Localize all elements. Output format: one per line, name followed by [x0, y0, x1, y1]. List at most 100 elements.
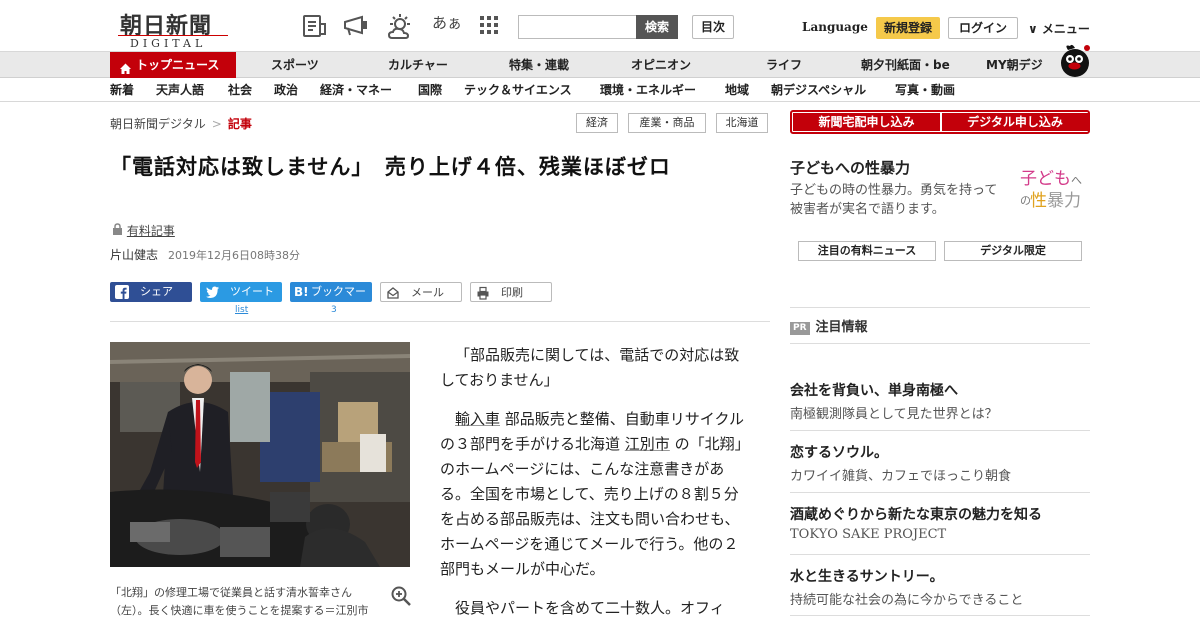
pr-item-description[interactable]: 南極観測隊員として見た世界とは？ — [790, 403, 998, 422]
nav-features[interactable]: 特集・連載 — [509, 52, 569, 78]
pr-heading-text: 注目情報 — [815, 320, 868, 335]
pr-item-title[interactable]: 会社を背負い、単身南極へ — [790, 380, 958, 400]
nav-environment[interactable]: 環境・エネルギー — [600, 78, 696, 102]
paragraph: 「部品販売に関しては、電話での対応は致しておりません」 — [440, 346, 740, 389]
twitter-share-label: ツイート — [230, 285, 274, 298]
nav-life[interactable]: ライフ — [766, 52, 802, 78]
nav-special[interactable]: 朝デジスペシャル — [771, 78, 866, 102]
article-body: 「部品販売に関しては、電話での対応は致しておりません」 輸入車 部品販売と整備、… — [440, 343, 750, 630]
text-size-icon[interactable]: あぁ — [432, 12, 462, 33]
search-input[interactable] — [518, 15, 638, 39]
twitter-share-button[interactable]: ツイート — [200, 282, 282, 302]
nav-latest[interactable]: 新着 — [110, 78, 134, 102]
nav-sports[interactable]: スポーツ — [271, 52, 319, 78]
facebook-share-label: シェア — [140, 285, 173, 298]
nav-photo-video[interactable]: 写真・動画 — [895, 78, 955, 102]
breadcrumb: 朝日新聞デジタル > 記事 — [110, 115, 252, 132]
pr-item-description[interactable]: TOKYO SAKE PROJECT — [790, 527, 946, 542]
megaphone-icon[interactable] — [342, 14, 368, 38]
article-divider — [110, 321, 770, 322]
logo-rule — [118, 35, 228, 36]
sidebar-divider — [790, 492, 1090, 493]
feature-description: 子どもの時の性暴力。勇気を持って被害者が実名で語ります。 — [790, 183, 998, 217]
breadcrumb-home[interactable]: 朝日新聞デジタル — [110, 117, 206, 131]
mascot-icon[interactable] — [1058, 42, 1092, 78]
nav-paper[interactable]: 朝夕刊紙面・be — [861, 52, 950, 78]
grid-icon[interactable] — [478, 14, 504, 38]
language-link[interactable]: Language — [802, 20, 868, 34]
nav-international[interactable]: 国際 — [418, 78, 442, 102]
nav-tenseijingo[interactable]: 天声人語 — [156, 78, 204, 102]
feature-logo[interactable]: 子どもへの 性暴力 — [1012, 162, 1092, 212]
zoom-icon[interactable] — [390, 585, 412, 607]
sidebar-divider — [790, 430, 1090, 431]
tag-economy[interactable]: 経済 — [576, 113, 618, 133]
mail-share-button[interactable]: メール — [380, 282, 462, 302]
breadcrumb-current: 記事 — [227, 117, 252, 131]
nav-region[interactable]: 地域 — [725, 78, 749, 102]
search-button[interactable]: 検索 — [636, 15, 678, 39]
nav-society[interactable]: 社会 — [228, 78, 252, 102]
nav-economy[interactable]: 経済・マネー — [320, 78, 392, 102]
print-button[interactable]: 印刷 — [470, 282, 552, 302]
newspaper-subscribe-button[interactable]: 新聞宅配申し込み — [793, 113, 940, 131]
pr-item-description[interactable]: 持続可能な社会の為に今からできること — [790, 589, 1023, 608]
tag-industry[interactable]: 産業・商品 — [628, 113, 706, 133]
digital-only-button[interactable]: デジタル限定 — [944, 241, 1082, 261]
hatena-count[interactable]: 3 — [331, 305, 337, 315]
nav-my-asadigi[interactable]: MY朝デジ — [986, 52, 1043, 78]
register-button[interactable]: 新規登録 — [876, 17, 940, 39]
paid-article-label: 有料記事 — [112, 222, 175, 239]
pr-heading: PR 注目情報 — [790, 316, 868, 335]
facebook-share-button[interactable]: シェア — [110, 282, 192, 302]
pr-item-title[interactable]: 酒蔵めぐりから新たな東京の魅力を知る — [790, 504, 1042, 524]
tag-hokkaido[interactable]: 北海道 — [716, 113, 768, 133]
site-header: 朝日新聞 DIGITAL あぁ 検索 目次 Language 新規登録 ログイン… — [0, 0, 1200, 52]
print-icon — [476, 286, 490, 300]
nav-top-news[interactable]: トップニュース — [110, 52, 236, 78]
feature-logo-line2-a: 性 — [1030, 191, 1047, 211]
lock-icon — [112, 223, 123, 238]
paid-news-button[interactable]: 注目の有料ニュース — [798, 241, 936, 261]
nav-top-news-label: トップニュース — [136, 58, 220, 72]
feature-logo-line2: 性暴力 — [1030, 186, 1081, 211]
sidebar-divider — [790, 307, 1090, 308]
pr-item-description[interactable]: カワイイ雑貨、カフェでほっこり朝食 — [790, 465, 1011, 484]
sidebar-divider — [790, 343, 1090, 344]
keyword-link-import-car[interactable]: 輸入車 — [455, 410, 500, 428]
feature-title[interactable]: 子どもへの性暴力 — [790, 157, 910, 178]
pr-badge: PR — [790, 322, 810, 335]
site-logo[interactable]: 朝日新聞 DIGITAL — [118, 8, 228, 50]
sidebar-divider — [790, 554, 1090, 555]
pr-item-title[interactable]: 恋するソウル。 — [790, 442, 888, 462]
pr-item-title[interactable]: 水と生きるサントリー。 — [790, 566, 944, 586]
digital-subscribe-button[interactable]: デジタル申し込み — [942, 113, 1088, 131]
newspaper-icon[interactable] — [302, 14, 328, 38]
paid-article-text[interactable]: 有料記事 — [127, 224, 175, 238]
article-photo[interactable] — [110, 342, 410, 567]
hatena-bookmark-label: ブックマーク — [311, 285, 366, 318]
paragraph: 輸入車 部品販売と整備、自動車リサイクルの３部門を手がける北海道 江別市 の「北… — [440, 407, 750, 582]
nav-tech-science[interactable]: テック＆サイエンス — [464, 78, 572, 102]
paragraph-text: の「北翔」のホームページには、こんな注意書きがある。全国を市場として、売り上げの… — [440, 435, 750, 578]
hatena-bookmark-button[interactable]: B! ブックマーク — [290, 282, 372, 318]
sidebar-divider — [790, 615, 1090, 616]
nav-culture[interactable]: カルチャー — [388, 52, 448, 78]
menu-button[interactable]: ∨ メニュー — [1028, 20, 1090, 37]
hatena-icon: B! — [294, 285, 309, 299]
login-button[interactable]: ログイン — [948, 17, 1018, 39]
nav-politics[interactable]: 政治 — [274, 78, 298, 102]
keyword-link-ebetsu[interactable]: 江別市 — [625, 435, 670, 453]
paragraph: 役員やパートを含めて二十数人。オフィ — [455, 599, 725, 617]
breadcrumb-separator: > — [211, 117, 222, 131]
facebook-icon — [115, 285, 129, 299]
mail-icon — [386, 286, 400, 300]
subscription-bar: 新聞宅配申し込み デジタル申し込み — [790, 110, 1090, 134]
twitter-icon — [205, 285, 219, 299]
weather-icon[interactable] — [386, 14, 412, 39]
article-title: 「電話対応は致しません」 売り上げ４倍、残業ほぼゼロ — [110, 155, 671, 179]
author-name: 片山健志 — [110, 248, 159, 262]
twitter-count[interactable]: list — [235, 305, 248, 315]
toc-button[interactable]: 目次 — [692, 15, 734, 39]
nav-opinion[interactable]: オピニオン — [631, 52, 691, 78]
